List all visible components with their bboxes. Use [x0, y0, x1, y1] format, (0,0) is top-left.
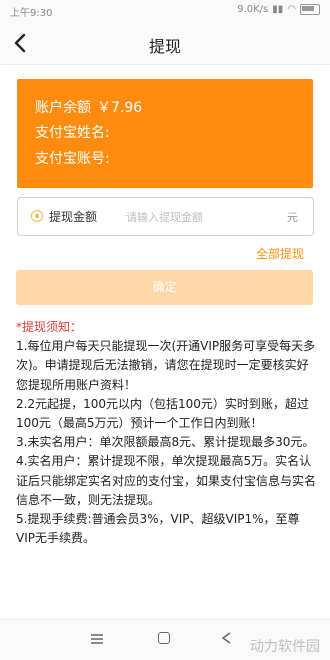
account-card: 账户余额 ￥7.96 支付宝姓名: 支付宝账号: — [17, 79, 313, 188]
withdraw-all-link[interactable]: 全部提现 — [256, 245, 304, 262]
status-bar: 上午9:30 9.0K/s ▮▮ ◠ — [0, 0, 330, 22]
menu-icon[interactable] — [90, 633, 104, 645]
status-time: 上午9:30 — [10, 8, 53, 19]
app-header: 提现 — [0, 22, 330, 65]
watermark-logo: 动力软件园 — [250, 639, 320, 655]
amount-unit: 元 — [287, 211, 298, 224]
withdraw-notice: *提现须知： 1.每位用户每天只能提现一次(开通VIP服务可享受每天多次)。申请… — [16, 318, 316, 548]
notice-item: 4.实名用户：累计提现不限，单次提现最高5万。实名认证后只能绑定实名对应的支付宝… — [16, 454, 317, 507]
notice-item: 3.未实名用户：单次限额最高8元、累计提现最多30元。 — [16, 435, 315, 450]
coin-icon — [31, 210, 43, 222]
nav-back-icon[interactable] — [220, 631, 234, 645]
battery-icon — [300, 4, 320, 15]
status-icons: 9.0K/s ▮▮ ◠ — [237, 4, 320, 15]
system-nav-bar: 动力软件园 — [0, 619, 330, 660]
confirm-button[interactable]: 确定 — [16, 270, 313, 305]
amount-label: 提现金额 — [49, 210, 98, 224]
home-icon[interactable] — [158, 632, 170, 644]
alipay-name-label: 支付宝姓名: — [35, 125, 110, 141]
page-title: 提现 — [148, 37, 181, 56]
notice-title: *提现须知： — [16, 320, 83, 334]
notice-item: 2.2元起提，100元以内（包括100元）实时到账，超过100元（最高5万元）预… — [16, 396, 309, 431]
notice-item: 1.每位用户每天只能提现一次(开通VIP服务可享受每天多次)。申请提现后无法撤销… — [16, 339, 316, 392]
notice-item: 5.提现手续费:普通会员3%，VIP、超级VIP1%，至尊VIP无手续费。 — [16, 512, 300, 546]
balance-label: 账户余额 — [35, 100, 91, 116]
amount-field[interactable]: 提现金额 元 — [17, 197, 314, 236]
alipay-account-label: 支付宝账号: — [35, 151, 110, 167]
network-speed: 9.0K/s — [237, 4, 269, 15]
balance-value: ￥7.96 — [97, 100, 143, 116]
signal-icon: ▮▮ — [272, 4, 284, 15]
wifi-icon: ◠ — [287, 4, 296, 15]
balance-row: 账户余额 ￥7.96 — [35, 97, 142, 117]
amount-input[interactable] — [124, 205, 278, 229]
